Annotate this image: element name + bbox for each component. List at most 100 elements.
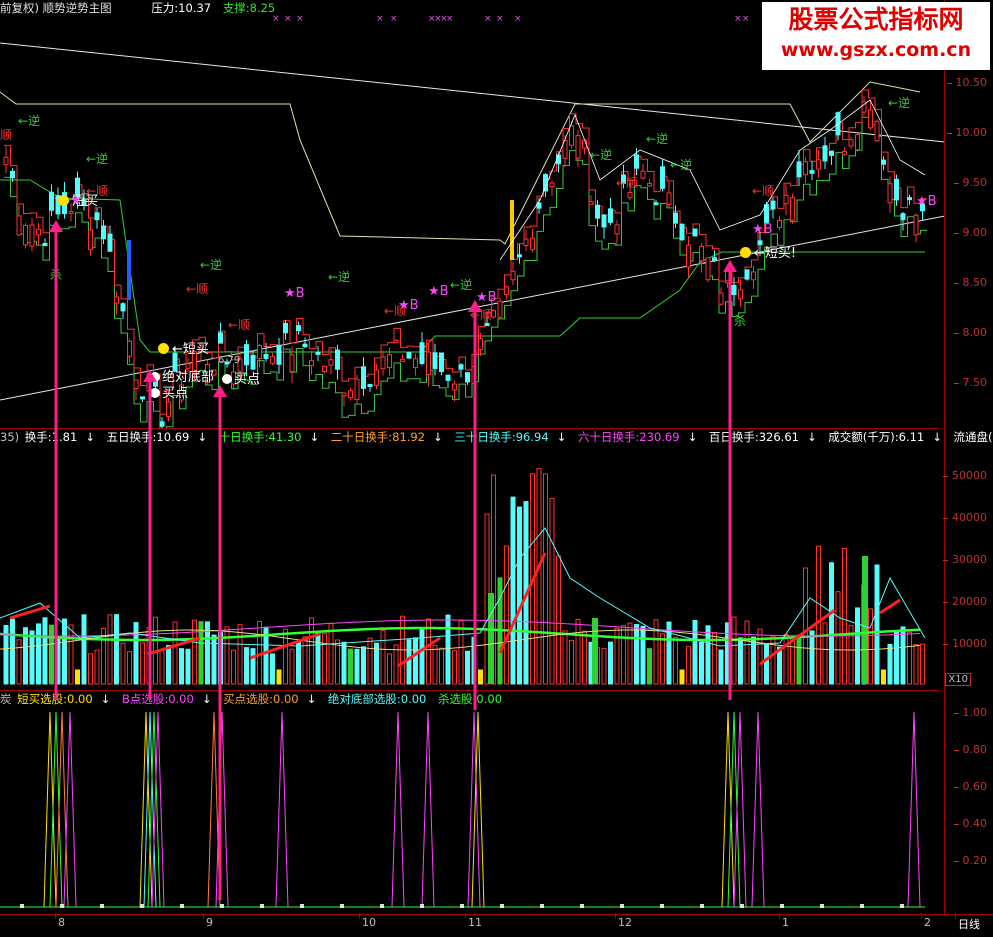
signal-spike xyxy=(139,711,153,908)
volume-bar xyxy=(835,591,841,685)
volume-bar xyxy=(380,629,386,685)
candlestick xyxy=(777,219,782,229)
candlestick xyxy=(822,145,828,162)
volume-bar xyxy=(296,641,301,685)
candlestick xyxy=(400,358,405,362)
volume-bar xyxy=(419,627,425,685)
shun-signal-label: ←顺 xyxy=(616,176,639,190)
volume-bar xyxy=(224,626,230,685)
volume-bar xyxy=(439,647,444,685)
turnover-10d: 十日换手:41.30 xyxy=(218,430,302,444)
candlestick xyxy=(887,183,893,204)
volume-bar xyxy=(744,620,750,685)
candlestick xyxy=(894,178,899,201)
signal-tick-label: 1.00 xyxy=(953,706,987,719)
volume-bar xyxy=(309,617,314,685)
volume-bar xyxy=(517,506,522,685)
candlestick xyxy=(341,392,347,397)
volume-bar xyxy=(231,649,236,685)
candlestick xyxy=(478,338,483,351)
volume-bar xyxy=(354,648,360,685)
volume-panel[interactable]: 35) 换手:1.81 ↓ 五日换手:10.69 ↓ 十日换手:41.30 ↓ 二十日… xyxy=(0,428,993,690)
candlestick xyxy=(712,257,717,262)
volume-bar xyxy=(621,625,626,685)
turnover-5d: 五日换手:10.69 xyxy=(106,430,190,444)
volume-bar xyxy=(718,649,724,685)
candlestick xyxy=(49,191,54,211)
baseline-marker xyxy=(580,904,584,908)
price-tick-label: 9.50 xyxy=(953,176,987,189)
volume-bar xyxy=(725,622,730,685)
site-watermark: 股票公式指标网 www.gsz​x.com.cn xyxy=(762,2,990,70)
signal-spike xyxy=(207,711,221,908)
candlestick xyxy=(101,225,106,240)
volume-bar xyxy=(601,647,607,685)
signal-tick-label: 0.80 xyxy=(953,743,987,756)
candlestick xyxy=(484,323,490,327)
volume-bar xyxy=(608,641,613,685)
signal-spike xyxy=(751,711,765,908)
signal-spike xyxy=(721,711,735,908)
signal-panel[interactable]: 炭 短买选股:0.00 ↓ B点选股:0.00 ↓ 买点选股:0.00 ↓ 绝对底部选… xyxy=(0,690,993,914)
candlestick xyxy=(3,156,9,166)
shun-signal-label: 顺 xyxy=(0,128,13,142)
candlestick xyxy=(666,192,672,206)
candlestick xyxy=(36,228,41,236)
b-star-icon: ★B xyxy=(476,290,497,305)
candlestick xyxy=(29,224,35,247)
price-panel[interactable]: 前复权) 顺势逆势主图 压力:10.37 支撑:8.25 × × × × × × × × × × ×… xyxy=(0,0,993,539)
b-star-icon: ★B xyxy=(398,298,419,313)
candlestick xyxy=(673,212,678,224)
candlestick xyxy=(497,300,503,318)
candlestick xyxy=(16,215,22,236)
price-tick-label: 7.50 xyxy=(953,376,987,389)
candlestick xyxy=(328,359,334,366)
volume-bar xyxy=(10,618,15,685)
period-label[interactable]: 日线 xyxy=(955,913,980,932)
volume-bar xyxy=(16,639,22,685)
volume-tick-label: 50000 xyxy=(943,469,987,482)
candlestick xyxy=(120,303,126,312)
candlestick xyxy=(842,151,847,155)
candlestick xyxy=(114,296,119,304)
volume-bar xyxy=(172,621,178,685)
volume-tick-label: 20000 xyxy=(943,595,987,608)
turnover-20d: 二十日换手:81.92 xyxy=(330,430,426,444)
volume-chart[interactable] xyxy=(0,428,945,690)
candlestick xyxy=(686,244,691,268)
candlestick xyxy=(692,228,698,237)
month-label: 1 xyxy=(779,913,789,929)
signal-chart[interactable] xyxy=(0,690,945,914)
candlestick xyxy=(166,401,171,417)
candlestick xyxy=(855,134,860,151)
volume-bar xyxy=(783,633,789,685)
volume-bar xyxy=(328,622,334,685)
baseline-marker xyxy=(500,904,504,908)
baseline-marker xyxy=(540,904,544,908)
volume-bar xyxy=(94,649,100,685)
candlestick xyxy=(809,170,815,174)
float-cap: 流通盘(亿) xyxy=(953,430,993,444)
volume-bar xyxy=(237,624,243,685)
candlestick xyxy=(640,170,646,179)
volume-bar xyxy=(640,625,646,685)
candlestick xyxy=(718,292,724,305)
volume-bar xyxy=(488,593,494,684)
volume-bar xyxy=(504,545,509,685)
volume-bar xyxy=(289,648,295,685)
candlestick xyxy=(627,192,633,199)
b-point-select: B点选股:0.00 xyxy=(121,692,194,706)
volume-bar xyxy=(55,637,61,685)
shun-signal-label: ←顺 xyxy=(186,282,209,296)
volume-bar xyxy=(114,614,119,685)
candlestick xyxy=(725,280,730,284)
candlestick xyxy=(159,421,165,427)
volume-bar xyxy=(686,646,691,685)
volume-bar xyxy=(790,637,795,685)
candlestick xyxy=(608,208,613,223)
volume-tick-label: 10000 xyxy=(943,637,987,650)
baseline-marker xyxy=(820,904,824,908)
candlestick xyxy=(523,238,529,247)
signal-axis: 1.00 0.80 0.60 0.40 0.20 xyxy=(944,690,993,914)
pressure-value: 压力:10.37 xyxy=(151,1,212,15)
